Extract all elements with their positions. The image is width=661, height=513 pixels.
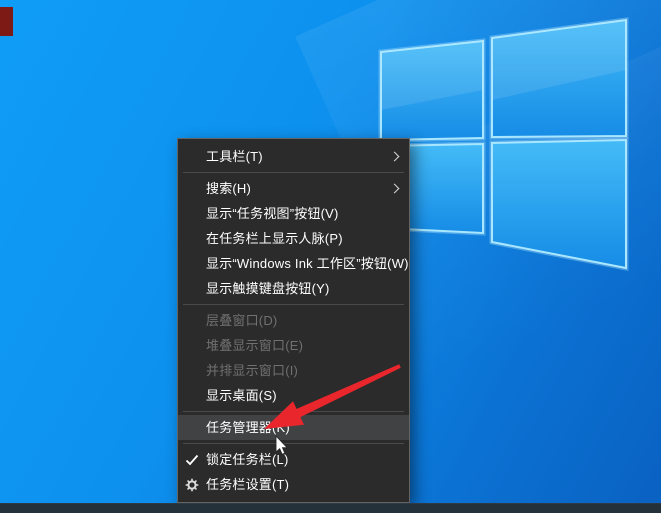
menu-separator (183, 172, 404, 173)
menu-item-label: 显示“Windows Ink 工作区”按钮(W) (206, 251, 409, 276)
menu-item-search[interactable]: 搜索(H) (178, 176, 409, 201)
menu-item-show-people-on-taskbar[interactable]: 在任务栏上显示人脉(P) (178, 226, 409, 251)
menu-separator (183, 411, 404, 412)
menu-item-label: 层叠窗口(D) (206, 308, 409, 333)
gear-icon (178, 478, 206, 492)
menu-item-toolbars[interactable]: 工具栏(T) (178, 144, 409, 169)
menu-item-label: 堆叠显示窗口(E) (206, 333, 409, 358)
menu-item-show-touch-keyboard-button[interactable]: 显示触摸键盘按钮(Y) (178, 276, 409, 301)
menu-item-cascade-windows: 层叠窗口(D) (178, 308, 409, 333)
menu-item-show-desktop[interactable]: 显示桌面(S) (178, 383, 409, 408)
menu-item-label: 显示触摸键盘按钮(Y) (206, 276, 409, 301)
menu-item-lock-taskbar[interactable]: 锁定任务栏(L) (178, 447, 409, 472)
checkmark-icon (178, 454, 206, 466)
menu-item-show-windows-side-by-side: 并排显示窗口(I) (178, 358, 409, 383)
menu-item-show-task-view-button[interactable]: 显示“任务视图”按钮(V) (178, 201, 409, 226)
taskbar-context-menu: 工具栏(T) 搜索(H)显示“任务视图”按钮(V)在任务栏上显示人脉(P)显示“W… (177, 138, 410, 503)
menu-item-show-windows-stacked: 堆叠显示窗口(E) (178, 333, 409, 358)
menu-item-label: 锁定任务栏(L) (206, 447, 409, 472)
menu-item-label: 任务栏设置(T) (206, 472, 409, 497)
menu-separator (183, 443, 404, 444)
red-corner-marker (0, 7, 13, 36)
menu-item-label: 任务管理器(K) (206, 415, 409, 440)
windows-logo (370, 0, 661, 290)
logo-pane-bottom-right (492, 140, 626, 268)
menu-item-task-manager[interactable]: 任务管理器(K) (178, 415, 409, 440)
menu-separator (183, 304, 404, 305)
menu-item-label: 在任务栏上显示人脉(P) (206, 226, 409, 251)
menu-item-label: 显示桌面(S) (206, 383, 409, 408)
menu-item-label: 搜索(H) (206, 176, 391, 201)
taskbar[interactable] (0, 503, 661, 513)
submenu-arrow-icon (391, 153, 409, 160)
menu-item-label: 并排显示窗口(I) (206, 358, 409, 383)
menu-item-label: 工具栏(T) (206, 144, 391, 169)
submenu-arrow-icon (391, 185, 409, 192)
menu-item-label: 显示“任务视图”按钮(V) (206, 201, 409, 226)
menu-item-taskbar-settings[interactable]: 任务栏设置(T) (178, 472, 409, 497)
menu-item-show-windows-ink-workspace-button[interactable]: 显示“Windows Ink 工作区”按钮(W) (178, 251, 409, 276)
